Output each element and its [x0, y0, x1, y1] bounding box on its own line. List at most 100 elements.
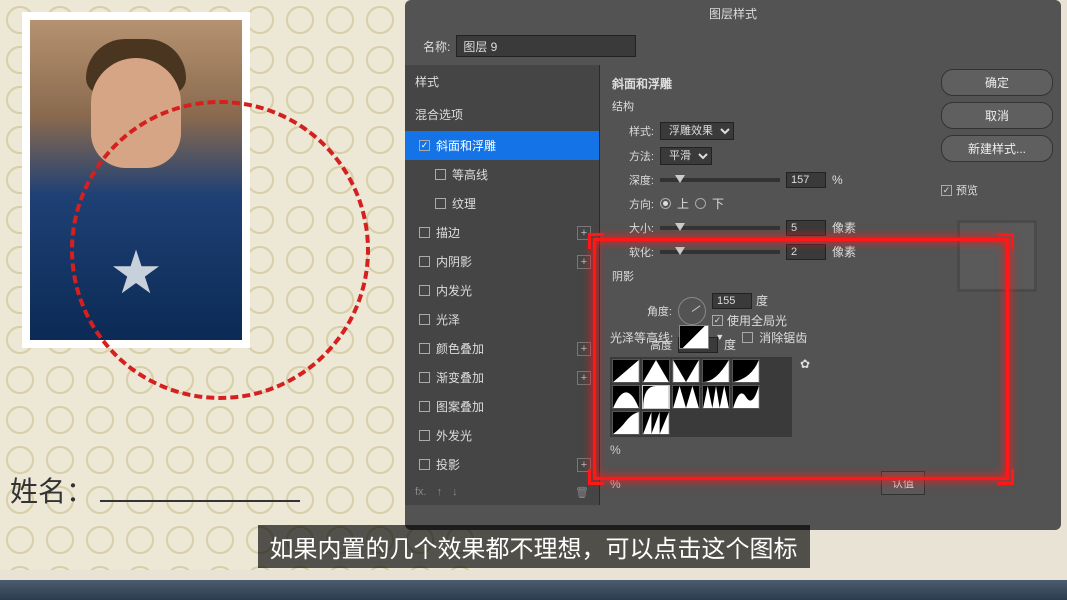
- unit-label: %: [832, 173, 843, 187]
- add-icon[interactable]: +: [577, 342, 591, 356]
- contour-swatch-sawtooth[interactable]: [642, 411, 670, 435]
- size-input[interactable]: [786, 220, 826, 236]
- soften-input[interactable]: [786, 244, 826, 260]
- depth-label: 深度:: [612, 172, 654, 188]
- style-item-satin[interactable]: 光泽: [405, 305, 599, 334]
- checkbox-icon[interactable]: [435, 198, 446, 209]
- style-item-pattern-overlay[interactable]: 图案叠加: [405, 392, 599, 421]
- add-icon[interactable]: +: [577, 226, 591, 240]
- dialog-buttons-panel: 确定 取消 新建样式... ✓ 预览: [933, 65, 1061, 505]
- style-label: 斜面和浮雕: [436, 137, 496, 154]
- style-item-contour[interactable]: 等高线: [405, 160, 599, 189]
- contour-preset-grid: [610, 357, 792, 437]
- contour-swatch-gaussian[interactable]: [612, 385, 640, 409]
- add-icon[interactable]: +: [577, 255, 591, 269]
- style-label: 纹理: [452, 195, 476, 212]
- contour-swatch-cove-deep[interactable]: [702, 359, 730, 383]
- checkbox-icon[interactable]: [419, 256, 430, 267]
- gear-icon[interactable]: ✿: [800, 357, 810, 371]
- star-icon: ★: [109, 238, 163, 308]
- contour-swatch-half-round[interactable]: [642, 385, 670, 409]
- direction-down-radio[interactable]: [695, 198, 706, 209]
- unit-label: 像素: [832, 243, 856, 260]
- checkbox-label: 消除锯齿: [759, 329, 807, 346]
- checkbox-icon[interactable]: [419, 430, 430, 441]
- style-item-stroke[interactable]: 描边 +: [405, 218, 599, 247]
- name-underline: [100, 500, 300, 502]
- contour-swatch-ring[interactable]: [672, 385, 700, 409]
- soften-slider[interactable]: [660, 250, 780, 254]
- bevel-style-label: 样式:: [612, 123, 654, 139]
- direction-label: 方向:: [612, 196, 654, 212]
- style-item-outer-glow[interactable]: 外发光: [405, 421, 599, 450]
- checkbox-icon[interactable]: [419, 372, 430, 383]
- add-icon[interactable]: +: [577, 458, 591, 472]
- checkbox-icon[interactable]: [419, 459, 430, 470]
- checkbox-icon[interactable]: [419, 227, 430, 238]
- style-item-texture[interactable]: 纹理: [405, 189, 599, 218]
- bevel-settings-panel: 斜面和浮雕 结构 样式: 浮雕效果 方法: 平滑 深度: % 方向: 上: [600, 65, 933, 505]
- radio-label: 下: [712, 195, 724, 212]
- contour-swatch-ring-double[interactable]: [702, 385, 730, 409]
- contour-swatch-cone-inv[interactable]: [672, 359, 700, 383]
- contour-swatch-cone[interactable]: [642, 359, 670, 383]
- angle-input[interactable]: [712, 293, 752, 309]
- style-label: 外发光: [436, 427, 472, 444]
- contour-swatch-rolling[interactable]: [732, 385, 760, 409]
- preview-label: 预览: [956, 182, 978, 198]
- size-label: 大小:: [612, 220, 654, 236]
- ok-button[interactable]: 确定: [941, 69, 1053, 96]
- style-label: 内发光: [436, 282, 472, 299]
- checkbox-icon[interactable]: [419, 401, 430, 412]
- new-style-button[interactable]: 新建样式...: [941, 135, 1053, 162]
- down-icon[interactable]: ↓: [452, 486, 458, 499]
- trash-icon[interactable]: 🗑: [575, 486, 589, 499]
- style-item-drop-shadow[interactable]: 投影 +: [405, 450, 599, 479]
- style-label: 等高线: [452, 166, 488, 183]
- photo-frame: ★: [22, 12, 250, 348]
- fx-icon[interactable]: fx.: [415, 486, 427, 499]
- direction-up-radio[interactable]: [660, 198, 671, 209]
- style-label: 颜色叠加: [436, 340, 484, 357]
- cancel-button[interactable]: 取消: [941, 102, 1053, 129]
- blend-options-header[interactable]: 混合选项: [405, 98, 599, 131]
- bevel-style-select[interactable]: 浮雕效果: [660, 122, 734, 140]
- gloss-contour-label: 光泽等高线:: [610, 329, 673, 346]
- layer-style-dialog: 图层样式 名称: 样式 混合选项 ✓ 斜面和浮雕 等高线 纹理: [405, 0, 1061, 530]
- add-icon[interactable]: +: [577, 371, 591, 385]
- depth-slider[interactable]: [660, 178, 780, 182]
- style-label: 描边: [436, 224, 460, 241]
- contour-swatch-rounded[interactable]: [612, 411, 640, 435]
- checkbox-icon[interactable]: [419, 314, 430, 325]
- angle-label: 角度:: [630, 303, 672, 319]
- soften-label: 软化:: [612, 244, 654, 260]
- checkbox-icon[interactable]: [419, 343, 430, 354]
- style-label: 投影: [436, 456, 460, 473]
- preview-swatch: [957, 220, 1037, 292]
- up-icon[interactable]: ↑: [437, 486, 443, 499]
- checkbox-icon[interactable]: [419, 285, 430, 296]
- checkbox-icon[interactable]: ✓: [419, 140, 430, 151]
- shading-subtitle: 阴影: [612, 268, 921, 284]
- size-slider[interactable]: [660, 226, 780, 230]
- layer-name-input[interactable]: [456, 35, 636, 57]
- antialias-checkbox[interactable]: [742, 332, 753, 343]
- style-item-bevel-emboss[interactable]: ✓ 斜面和浮雕: [405, 131, 599, 160]
- dock-bar: [0, 580, 1067, 600]
- reset-default-button[interactable]: 认值: [881, 471, 925, 495]
- contour-swatch-cove-shallow[interactable]: [732, 359, 760, 383]
- contour-swatch-linear[interactable]: [612, 359, 640, 383]
- preview-checkbox[interactable]: ✓: [941, 185, 952, 196]
- style-item-inner-glow[interactable]: 内发光: [405, 276, 599, 305]
- styles-header[interactable]: 样式: [405, 65, 599, 98]
- styles-list-panel: 样式 混合选项 ✓ 斜面和浮雕 等高线 纹理 描边 + 内阴影: [405, 65, 600, 505]
- technique-select[interactable]: 平滑: [660, 147, 712, 165]
- style-item-gradient-overlay[interactable]: 渐变叠加 +: [405, 363, 599, 392]
- style-item-color-overlay[interactable]: 颜色叠加 +: [405, 334, 599, 363]
- contour-preview[interactable]: [679, 325, 709, 349]
- angle-dial[interactable]: [678, 297, 706, 325]
- checkbox-icon[interactable]: [435, 169, 446, 180]
- depth-input[interactable]: [786, 172, 826, 188]
- unit-label: 度: [756, 292, 768, 309]
- style-item-inner-shadow[interactable]: 内阴影 +: [405, 247, 599, 276]
